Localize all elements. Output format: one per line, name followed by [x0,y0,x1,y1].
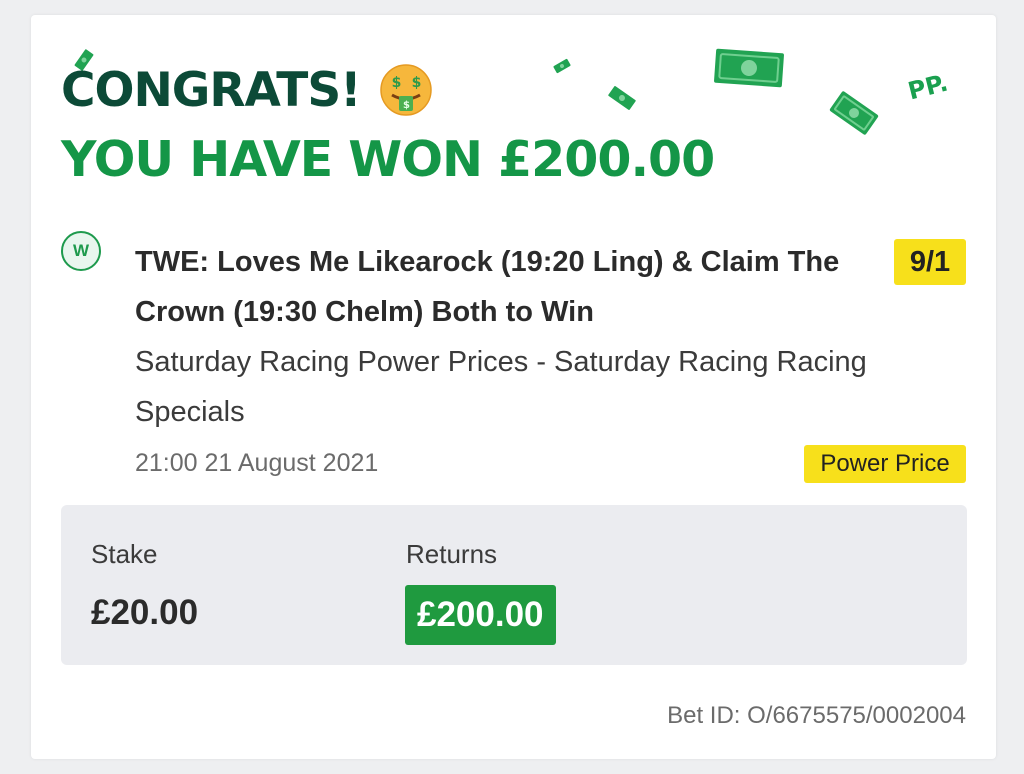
power-price-badge: Power Price [804,445,966,483]
winnings-heading: YOU HAVE WON £200.00 [61,131,715,188]
stake-returns-panel: Stake £20.00 Returns £200.00 [61,505,967,665]
money-bill-icon [608,86,636,110]
returns-value: £200.00 [405,585,556,645]
stake-value: £20.00 [91,593,199,632]
svg-text:$: $ [411,75,420,91]
bet-id: Bet ID: O/6675575/0002004 [667,702,966,729]
money-bill-icon [553,58,571,74]
bet-result-card: PP. CONGRATS! $ $ $ YOU HAVE WON £200.00… [31,15,996,759]
odds-badge: 9/1 [894,239,966,285]
event-datetime: 21:00 21 August 2021 [135,449,379,477]
money-bill-icon [714,48,784,88]
congrats-text: CONGRATS! [61,62,362,118]
money-mouth-face-icon: $ $ $ [379,64,432,116]
win-status-badge: W [61,231,101,271]
returns-label: Returns [406,539,498,569]
market-name: Saturday Racing Power Prices - Saturday … [135,346,867,428]
svg-text:$: $ [391,75,400,91]
svg-text:$: $ [403,100,410,111]
money-bill-icon [829,91,879,135]
paddy-power-logo: PP. [905,68,951,106]
bet-selection-title: TWE: Loves Me Likearock (19:20 Ling) & C… [135,246,840,328]
congrats-heading: CONGRATS! $ $ $ [61,63,433,117]
stake-label: Stake [91,539,158,569]
